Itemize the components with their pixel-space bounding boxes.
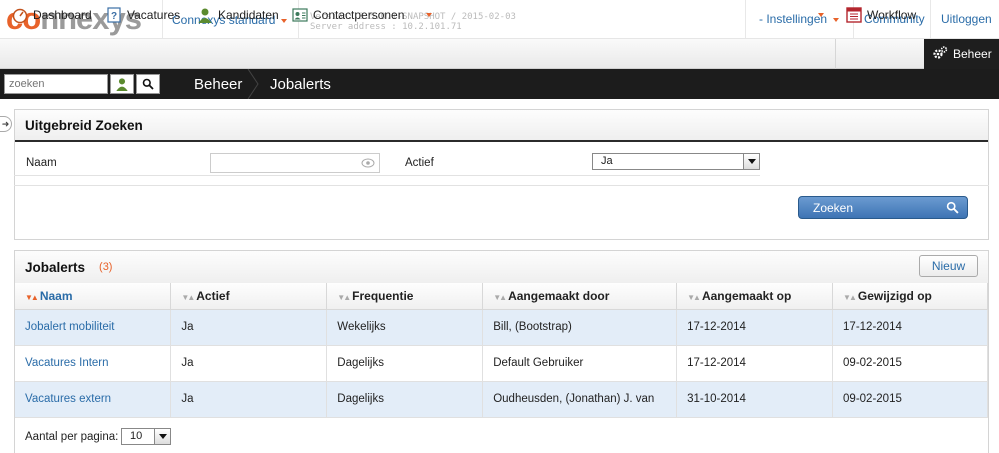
module-bar — [0, 39, 999, 69]
column-header-naam[interactable]: ▼▲ Naam — [15, 283, 172, 310]
column-header-aangemaakt-door[interactable]: ▼▲ Aangemaakt door — [482, 283, 678, 310]
sort-icon: ▼▲ — [337, 292, 351, 302]
chevron-down-icon — [426, 13, 432, 17]
person-icon — [197, 7, 213, 23]
jobalerts-header: Jobalerts (3) — [15, 251, 988, 284]
modules-overflow-dropdown[interactable] — [812, 6, 824, 24]
jobalert-name-link[interactable]: Vacatures Intern — [15, 345, 172, 382]
name-input[interactable] — [210, 153, 380, 173]
table-cell: Wekelijks — [326, 309, 484, 346]
table-row[interactable]: Vacatures extern Ja Dagelijks Oudheusden… — [15, 381, 988, 418]
sort-icon: ▼▲ — [687, 292, 701, 302]
divider — [14, 185, 989, 186]
table-cell: 17-12-2014 — [832, 309, 988, 346]
contact-card-icon — [292, 7, 308, 23]
dashboard-gauge-icon — [12, 7, 28, 23]
table-row[interactable]: Jobalert mobiliteit Ja Wekelijks Bill, (… — [15, 309, 988, 346]
advanced-search-title: Uitgebreid Zoeken — [15, 110, 988, 142]
breadcrumb-separator-icon — [247, 69, 259, 99]
divider — [745, 0, 746, 38]
divider — [396, 175, 760, 176]
question-document-icon: ? — [106, 7, 122, 23]
chevron-down-icon — [818, 13, 824, 17]
search-icon — [142, 78, 154, 90]
dropdown-arrow-icon[interactable] — [154, 429, 170, 444]
person-icon — [116, 78, 128, 91]
active-select[interactable]: Ja — [592, 153, 760, 170]
breadcrumb-beheer[interactable]: Beheer — [194, 76, 242, 93]
tab-contactpersonen[interactable]: Contactpersonen — [292, 6, 404, 24]
quick-search-input[interactable] — [4, 74, 108, 94]
divider — [14, 175, 398, 176]
sort-icon: ▼▲ — [843, 292, 857, 302]
tab-beheer[interactable]: Beheer — [924, 39, 999, 69]
table-header-row: ▼▲ Naam ▼▲ Actief ▼▲ Frequentie ▼▲ Aangemaak… — [15, 283, 988, 310]
active-label: Actief — [405, 157, 434, 169]
page-size-select[interactable]: 10 — [121, 428, 171, 445]
jobalerts-table: ▼▲ Naam ▼▲ Actief ▼▲ Frequentie ▼▲ Aangemaak… — [15, 283, 988, 418]
sort-icon: ▼▲ — [25, 292, 39, 302]
column-header-gewijzigd-op[interactable]: ▼▲ Gewijzigd op — [832, 283, 988, 310]
divider — [835, 39, 836, 69]
breadcrumb-jobalerts: Jobalerts — [270, 76, 331, 93]
table-cell: Dagelijks — [326, 381, 484, 418]
zoeken-button[interactable]: Zoeken — [798, 196, 968, 219]
table-cell: Default Gebruiker — [482, 345, 678, 382]
svg-text:?: ? — [111, 11, 117, 22]
chevron-down-icon — [833, 17, 840, 22]
new-jobalert-button[interactable]: Nieuw — [919, 255, 978, 277]
candidate-search-button[interactable] — [110, 74, 134, 94]
page-size-label: Aantal per pagina: — [25, 431, 119, 443]
table-cell: Ja — [170, 381, 328, 418]
jobalerts-title: Jobalerts — [25, 259, 86, 275]
table-cell: Oudheusden, (Jonathan) J. van — [482, 381, 678, 418]
divider — [930, 0, 931, 38]
table-cell: Dagelijks — [326, 345, 484, 382]
tab-vacatures[interactable]: ? Vacatures — [106, 6, 180, 24]
table-cell: 17-12-2014 — [676, 309, 834, 346]
logout-link[interactable]: Uitloggen — [941, 12, 992, 26]
tab-workflow[interactable]: Workflow — [846, 6, 916, 24]
table-cell: 09-02-2015 — [832, 381, 988, 418]
sort-icon: ▼▲ — [181, 292, 195, 302]
chevron-down-icon — [281, 18, 288, 23]
search-button[interactable] — [136, 74, 160, 94]
name-label: Naam — [26, 157, 57, 169]
expand-sidebar-icon[interactable]: ➜ — [0, 116, 12, 132]
column-header-frequentie[interactable]: ▼▲ Frequentie — [326, 283, 484, 310]
jobalert-name-link[interactable]: Vacatures extern — [15, 381, 172, 418]
jobalert-name-link[interactable]: Jobalert mobiliteit — [15, 309, 172, 346]
jobalerts-count: (3) — [99, 261, 113, 273]
gears-icon — [932, 45, 948, 64]
table-row[interactable]: Vacatures Intern Ja Dagelijks Default Ge… — [15, 345, 988, 382]
eye-icon[interactable] — [361, 158, 375, 168]
column-header-actief[interactable]: ▼▲ Actief — [170, 283, 328, 310]
sort-icon: ▼▲ — [493, 292, 507, 302]
modules-more-dropdown[interactable] — [420, 6, 432, 24]
table-cell: Ja — [170, 345, 328, 382]
table-cell: 31-10-2014 — [676, 381, 834, 418]
tab-dashboard[interactable]: Dashboard — [12, 6, 92, 24]
tab-kandidaten[interactable]: Kandidaten — [197, 6, 279, 24]
column-header-aangemaakt-op[interactable]: ▼▲ Aangemaakt op — [676, 283, 834, 310]
table-cell: 09-02-2015 — [832, 345, 988, 382]
table-cell: Ja — [170, 309, 328, 346]
search-icon — [946, 201, 959, 214]
instellingen-menu[interactable]: - Instellingen — [759, 12, 840, 26]
table-cell: 17-12-2014 — [676, 345, 834, 382]
dropdown-arrow-icon[interactable] — [743, 154, 759, 169]
table-cell: Bill, (Bootstrap) — [482, 309, 678, 346]
workflow-calendar-icon — [846, 7, 862, 23]
